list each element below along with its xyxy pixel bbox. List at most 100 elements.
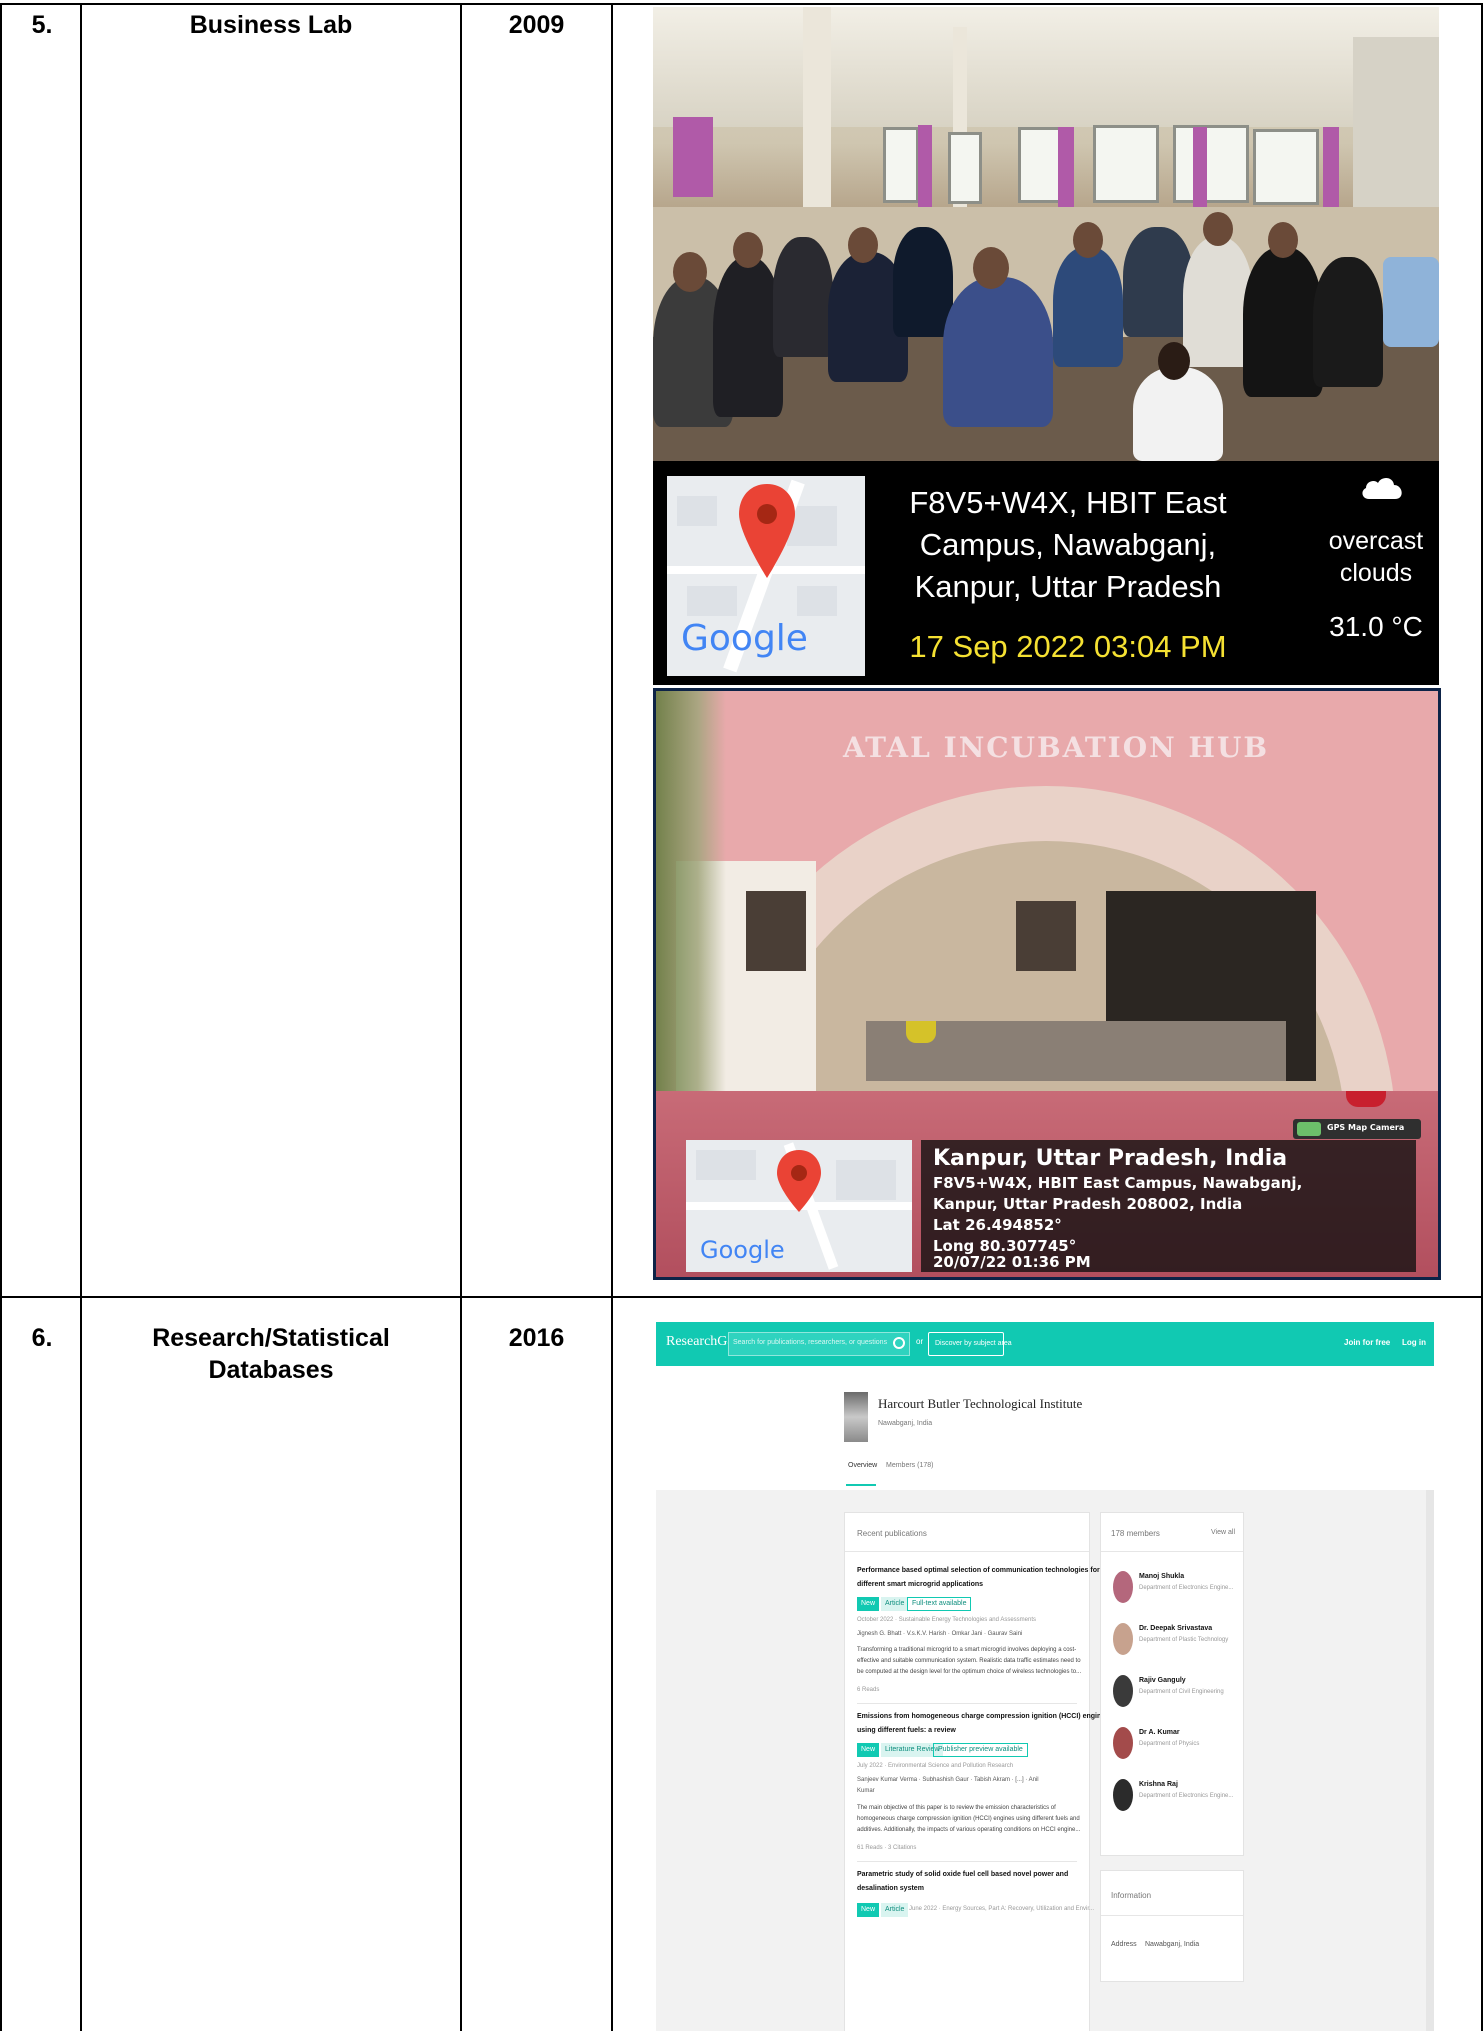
google-logo: Google <box>700 1236 785 1264</box>
rg-institution-header: Harcourt Butler Technological Institute … <box>656 1366 1434 1490</box>
map-block <box>836 1160 896 1200</box>
tab-underline <box>846 1484 876 1486</box>
pub-title-line2[interactable]: using different fuels: a review <box>857 1727 956 1734</box>
map-pin-icon <box>739 484 795 578</box>
avatar[interactable] <box>1113 1779 1133 1811</box>
rg-institution-name: Harcourt Butler Technological Institute <box>878 1396 1083 1411</box>
search-icon <box>893 1337 905 1349</box>
badge-new: New <box>857 1743 880 1757</box>
avatar[interactable] <box>1113 1623 1133 1655</box>
row5-year: 2009 <box>508 11 565 39</box>
row-divider <box>0 1296 1483 1298</box>
window <box>883 127 919 203</box>
head <box>1268 222 1298 258</box>
student <box>893 227 953 337</box>
map-thumbnail: Google <box>686 1140 912 1272</box>
rg-search-box[interactable]: Search for publications, researchers, or… <box>728 1332 910 1356</box>
map-thumbnail: Google <box>667 476 865 676</box>
map-pin-icon <box>777 1150 821 1212</box>
rg-discover-button[interactable]: Discover by subject area <box>928 1332 1012 1356</box>
student <box>1243 247 1323 397</box>
pub-abstract-3: be computed at the design level for the … <box>857 1669 1082 1675</box>
row6-serial: 6. <box>31 1324 53 1352</box>
tab-members[interactable]: Members (178) <box>886 1462 933 1469</box>
member-dept: Department of Plastic Technology <box>1139 1637 1229 1643</box>
member-dept: Department of Civil Engineering <box>1139 1689 1224 1695</box>
member-name[interactable]: Dr. Deepak Srivastava <box>1139 1625 1212 1632</box>
rg-login-link[interactable]: Log in <box>1402 1338 1426 1347</box>
rg-join-link[interactable]: Join for free <box>1344 1338 1390 1347</box>
recent-title: Recent publications <box>857 1529 927 1538</box>
pub-title-line2[interactable]: different smart microgrid applications <box>857 1581 983 1588</box>
business-lab-photo <box>653 7 1439 461</box>
pub-meta: July 2022 · Environmental Science and Po… <box>857 1763 1014 1769</box>
tab-overview[interactable]: Overview <box>848 1462 877 1469</box>
member-dept: Department of Electronics Engine... <box>1139 1585 1234 1591</box>
divider <box>845 1551 1089 1552</box>
location-line2: Kanpur, Uttar Pradesh 208002, India <box>933 1195 1243 1213</box>
divider <box>1101 1551 1243 1552</box>
rg-or: or <box>916 1337 924 1346</box>
col-border-1 <box>0 3 2 2031</box>
temperature: 31.0 °C <box>1329 611 1423 642</box>
google-logo: Google <box>681 618 808 659</box>
researchgate-screenshot: ResearchGate Search for publications, re… <box>656 1322 1434 2031</box>
head <box>1203 212 1233 246</box>
divider <box>857 1703 1077 1704</box>
curtain <box>1323 127 1339 213</box>
badge-availability: Full-text available <box>907 1597 972 1611</box>
row6-year: 2016 <box>508 1324 565 1352</box>
head <box>973 247 1009 289</box>
cloud-icon <box>1362 477 1402 499</box>
member-name[interactable]: Rajiv Ganguly <box>1139 1677 1186 1684</box>
pub-abstract-2: homogeneous charge compression ignition … <box>857 1816 1080 1822</box>
window <box>1253 129 1319 205</box>
rg-search-placeholder: Search for publications, researchers, or… <box>733 1339 888 1346</box>
head <box>733 232 763 268</box>
member-name[interactable]: Krishna Raj <box>1139 1781 1178 1788</box>
divider <box>1101 1915 1243 1916</box>
location-overlay: Kanpur, Uttar Pradesh, India F8V5+W4X, H… <box>921 1140 1416 1272</box>
curtain <box>1058 127 1074 213</box>
pub-title-line1[interactable]: Emissions from homogeneous charge compre… <box>857 1713 1105 1720</box>
avatar[interactable] <box>1113 1727 1133 1759</box>
address-value: Nawabganj, India <box>1145 1941 1200 1948</box>
address-line1: F8V5+W4X, HBIT East <box>909 485 1227 520</box>
table-border-top <box>0 3 1483 5</box>
window <box>1016 901 1076 971</box>
window <box>1093 125 1159 203</box>
head <box>1073 222 1103 258</box>
member-name[interactable]: Manoj Shukla <box>1139 1573 1184 1580</box>
pub-meta: October 2022 · Sustainable Energy Techno… <box>857 1617 1036 1623</box>
badge-new: New <box>857 1903 880 1917</box>
head <box>1158 342 1190 380</box>
info-title: Information <box>1111 1891 1152 1900</box>
address-line3: Kanpur, Uttar Pradesh <box>914 569 1222 604</box>
map-block <box>696 1150 756 1180</box>
pub-abstract-1: Transforming a traditional microgrid to … <box>857 1647 1077 1653</box>
location-line1: F8V5+W4X, HBIT East Campus, Nawabganj, <box>933 1174 1303 1192</box>
pub-authors-2: Kumar <box>857 1788 875 1794</box>
weather-line1: overcast <box>1328 527 1424 555</box>
curtain <box>1193 127 1207 217</box>
avatar[interactable] <box>1113 1675 1133 1707</box>
col-border-3 <box>460 3 462 2031</box>
latitude: Lat 26.494852° <box>933 1216 1062 1234</box>
rg-discover-label: Discover by subject area <box>935 1340 1012 1347</box>
col-border-2 <box>80 3 82 2031</box>
pub-title-line1[interactable]: Parametric study of solid oxide fuel cel… <box>857 1871 1068 1878</box>
member-name[interactable]: Dr A. Kumar <box>1139 1729 1180 1736</box>
avatar[interactable] <box>1113 1571 1133 1603</box>
badge-availability: Publisher preview available <box>933 1743 1028 1757</box>
row6-facility-line2: Databases <box>208 1356 334 1384</box>
view-all-link[interactable]: View all <box>1211 1529 1235 1536</box>
planter <box>1346 1091 1386 1107</box>
pub-title-line2[interactable]: desalination system <box>857 1885 924 1892</box>
map-block <box>677 496 717 526</box>
pub-authors: Jignesh G. Bhatt · V.s.K.V. Harish · Omk… <box>857 1631 1023 1637</box>
student <box>773 237 833 357</box>
pub-title-line1[interactable]: Performance based optimal selection of c… <box>857 1567 1100 1574</box>
pub-abstract-2: effective and suitable communication sys… <box>857 1658 1081 1664</box>
window <box>1173 125 1249 203</box>
badge-type: Article <box>881 1597 909 1611</box>
